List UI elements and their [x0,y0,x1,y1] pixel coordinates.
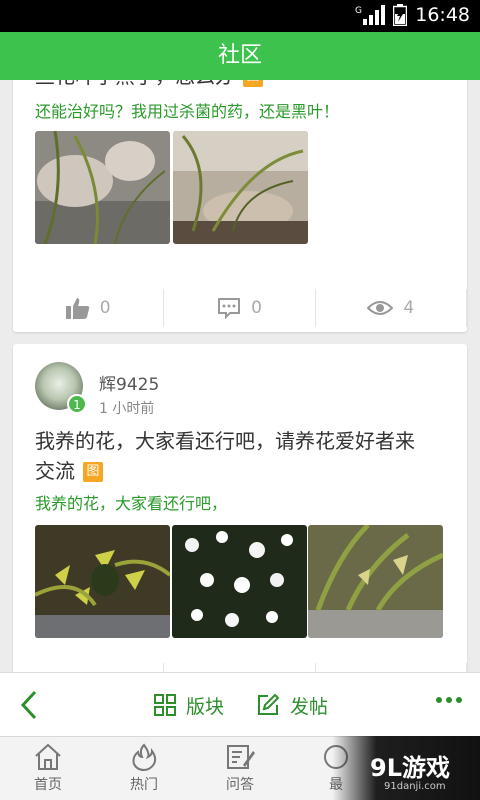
post-image[interactable] [35,525,170,638]
post-feed[interactable]: 兰花叶子黑了，怎么办图 还能治好吗？我用过杀菌的药，还是黑叶！ [0,80,480,672]
post-image[interactable] [173,131,308,244]
post-excerpt: 还能治好吗？我用过杀菌的药，还是黑叶！ [35,102,340,121]
avatar[interactable]: 1 [35,362,87,414]
image-tag: 图 [83,462,103,482]
post-image[interactable] [35,131,170,244]
post-title[interactable]: 我养的花，大家看还行吧，请养花爱好者来 交流图 [35,426,415,486]
views-count: 4 [316,289,467,327]
post-card[interactable]: 兰花叶子黑了，怎么办图 还能治好吗？我用过杀菌的药，还是黑叶！ [13,80,467,332]
thumbs-up-icon [65,298,89,319]
post-stats [13,660,467,672]
watermark-url: 91danji.com [384,781,446,792]
comment-button[interactable]: 0 [164,289,316,327]
more-options-button[interactable] [436,697,462,703]
sections-button[interactable]: 版块 [154,689,224,721]
status-bar: G 16:48 [0,0,480,32]
user-level-badge: 1 [67,394,87,414]
comment-icon [218,298,241,319]
eye-icon [367,301,394,315]
flame-icon [132,743,157,771]
watermark-logo: 9L游戏 [370,754,450,782]
watermark: 9L游戏 91danji.com [332,736,480,800]
post-excerpt: 我养的花，大家看还行吧， [35,494,228,513]
compose-button[interactable]: 发帖 [256,689,328,721]
like-button[interactable] [13,663,165,672]
qa-icon [227,745,255,769]
tab-home[interactable]: 首页 [8,743,88,800]
username[interactable]: 辉9425 [99,370,159,395]
battery-charging-icon [393,4,408,26]
post-stats: 0 0 4 [13,286,467,330]
more-icon [436,697,442,703]
home-icon [35,743,61,770]
status-time: 16:48 [415,4,470,26]
back-button[interactable] [14,687,44,723]
chevron-left-icon [20,690,37,720]
edit-icon [258,693,280,715]
post-time: 1 小时前 [99,401,155,417]
like-button[interactable]: 0 [13,289,165,327]
post-image[interactable] [308,525,443,638]
comment-button[interactable] [164,663,316,672]
image-tag: 图 [243,80,263,87]
tab-hot[interactable]: 热门 [104,743,184,800]
svg-text:G: G [355,6,362,16]
post-title[interactable]: 兰花叶子黑了，怎么办图 [35,80,263,89]
page-title: 社区 [0,32,480,80]
grid-icon [154,694,176,716]
post-card[interactable]: 1 辉9425 1 小时前 我养的花，大家看还行吧，请养花爱好者来 交流图 我养… [13,344,467,672]
action-bar: 版块 发帖 [0,672,480,736]
views-count [316,663,467,672]
signal-icon: G [355,5,386,25]
tab-qa[interactable]: 问答 [200,743,280,800]
post-image[interactable] [172,525,307,638]
